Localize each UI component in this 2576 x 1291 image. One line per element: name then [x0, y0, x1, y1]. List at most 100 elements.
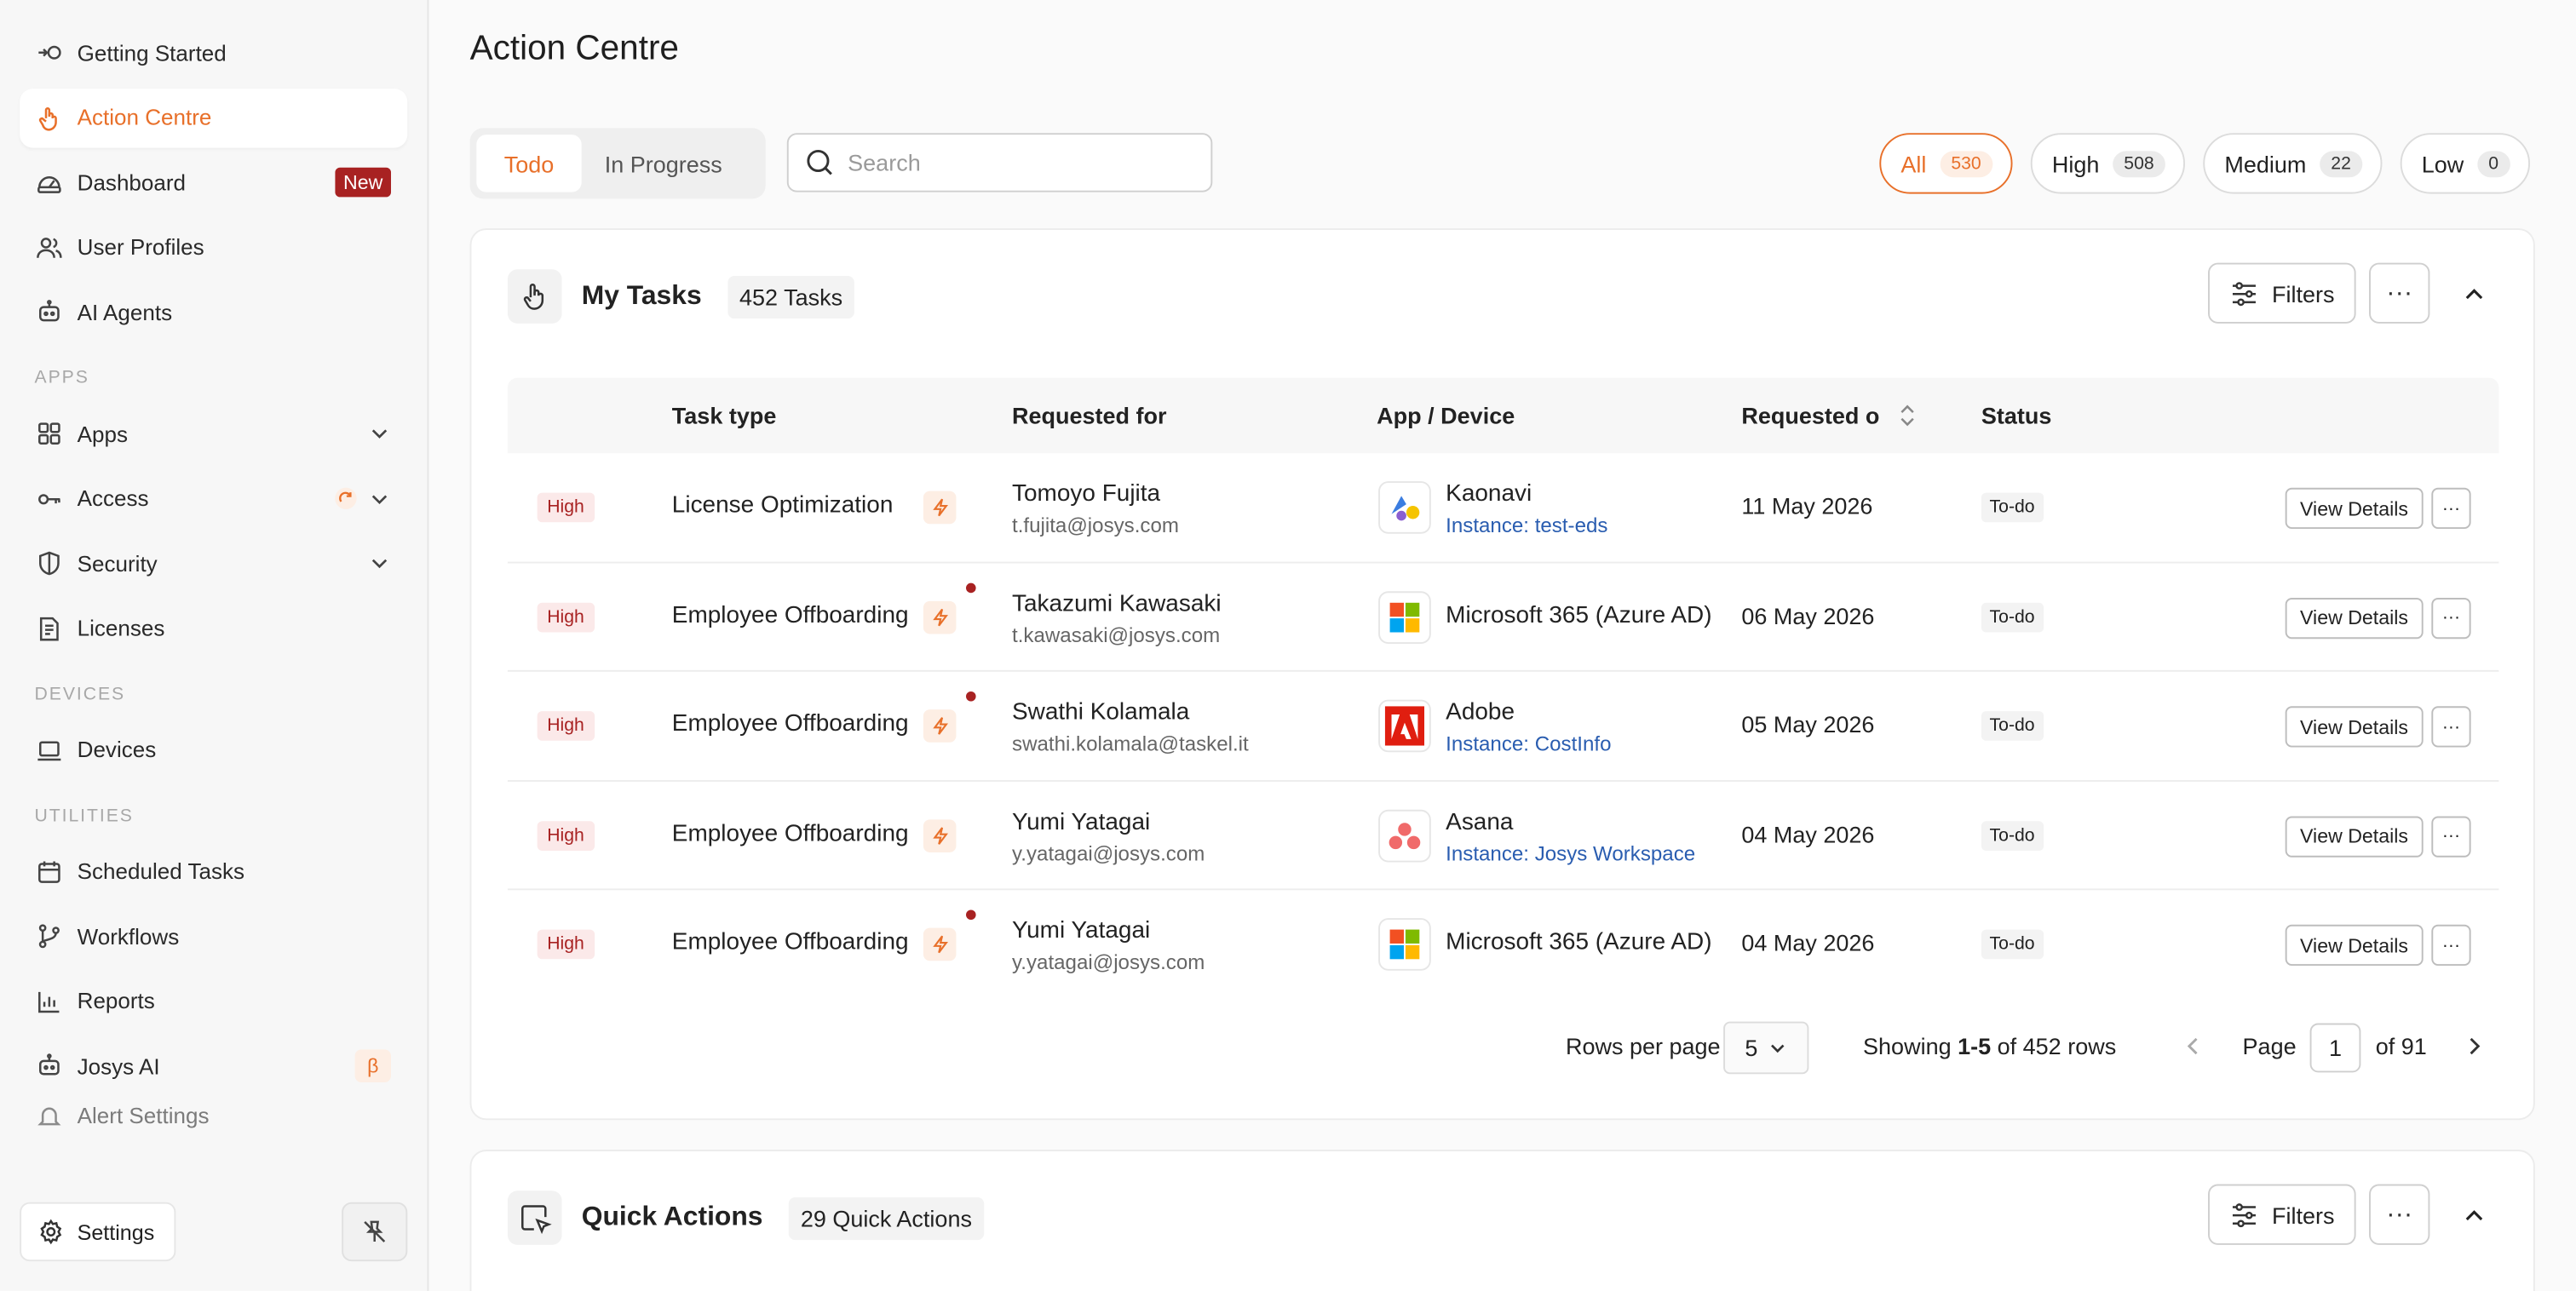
priority-filter-all[interactable]: All 530	[1879, 133, 2013, 194]
sidebar-item-access[interactable]: Access	[20, 469, 407, 528]
instance-link[interactable]: Instance: CostInfo	[1446, 732, 1611, 755]
search-box	[786, 133, 1213, 192]
sidebar-item-licenses[interactable]: Licenses	[20, 599, 407, 657]
getting-started-icon	[36, 39, 62, 66]
tasks-table: Task type Requested for App / Device Req…	[507, 377, 2499, 1000]
table-row: High Employee Offboarding Takazumi Kawas…	[507, 563, 2499, 672]
sidebar-item-reports[interactable]: Reports	[20, 972, 407, 1030]
filters-button[interactable]: Filters	[2207, 1184, 2356, 1245]
sidebar-item-workflows[interactable]: Workflows	[20, 907, 407, 966]
sort-icon[interactable]	[1896, 403, 1919, 434]
beta-badge: β	[354, 1049, 392, 1082]
column-header-app-device[interactable]: App / Device	[1377, 403, 1515, 429]
priority-count: 508	[2112, 150, 2166, 177]
shield-icon	[36, 550, 62, 577]
filters-label: Filters	[2272, 1201, 2335, 1228]
next-page-button[interactable]	[2463, 1035, 2486, 1063]
priority-filter-medium[interactable]: Medium 22	[2203, 133, 2383, 194]
priority-filter-high[interactable]: High 508	[2030, 133, 2186, 194]
sidebar-item-dashboard[interactable]: Dashboard New	[20, 152, 407, 211]
chevron-down-icon[interactable]	[368, 487, 391, 510]
task-type: License Optimization	[671, 492, 894, 519]
sidebar-item-getting-started[interactable]: Getting Started	[20, 23, 407, 82]
sidebar-item-alert-settings[interactable]: Alert Settings	[20, 1101, 407, 1131]
row-more-button[interactable]: ···	[2431, 597, 2471, 639]
page-label: Page	[2242, 1033, 2297, 1059]
sliders-icon	[2232, 281, 2256, 306]
quick-actions-count-badge: 29 Quick Actions	[789, 1196, 984, 1240]
sidebar-item-label: Josys AI	[77, 1053, 160, 1079]
requested-for-name: Tomoyo Fujita	[1012, 481, 1161, 508]
row-more-button[interactable]: ···	[2431, 815, 2471, 857]
table-header: Task type Requested for App / Device Req…	[507, 377, 2499, 454]
view-details-button[interactable]: View Details	[2285, 487, 2424, 530]
status-badge: To-do	[1981, 711, 2044, 741]
requested-for-email: t.kawasaki@josys.com	[1012, 623, 1221, 646]
page-number-input[interactable]: 1	[2309, 1023, 2361, 1073]
collapse-button[interactable]	[2443, 263, 2504, 324]
sidebar-item-label: Reports	[77, 989, 155, 1013]
section-label-utilities: UTILITIES	[34, 805, 134, 826]
unpin-sidebar-button[interactable]	[342, 1202, 408, 1262]
adobe-icon	[1378, 699, 1431, 753]
collapse-button[interactable]	[2443, 1185, 2504, 1245]
sidebar-item-josys-ai[interactable]: Josys AI β	[20, 1036, 407, 1095]
row-more-button[interactable]: ···	[2431, 706, 2471, 748]
column-header-requested-on[interactable]: Requested on	[1741, 403, 1879, 429]
sync-icon	[335, 487, 357, 509]
sliders-icon	[2232, 1202, 2256, 1227]
search-input[interactable]	[848, 149, 1176, 176]
more-options-button[interactable]: ···	[2369, 262, 2430, 324]
column-header-status[interactable]: Status	[1981, 403, 2052, 429]
chevron-up-icon	[2464, 288, 2482, 299]
ellipsis-icon: ···	[2386, 1199, 2413, 1228]
priority-badge: High	[537, 929, 595, 960]
sidebar-item-action-centre[interactable]: Action Centre	[20, 88, 408, 147]
chevron-down-icon[interactable]	[368, 422, 391, 445]
tab-in-progress[interactable]: In Progress	[582, 135, 745, 192]
status-badge: To-do	[1981, 929, 2044, 960]
hand-icon	[36, 104, 62, 130]
search-icon	[807, 149, 832, 175]
more-options-button[interactable]: ···	[2369, 1184, 2430, 1245]
main-content: Action Centre Todo In Progress All 530 H…	[430, 0, 2576, 1291]
priority-filter-low[interactable]: Low 0	[2400, 133, 2530, 194]
instance-link[interactable]: Instance: test-eds	[1446, 514, 1607, 537]
cursor-click-icon	[507, 1191, 562, 1245]
filters-button[interactable]: Filters	[2207, 262, 2356, 324]
view-details-button[interactable]: View Details	[2285, 815, 2424, 857]
view-details-button[interactable]: View Details	[2285, 924, 2424, 967]
sidebar-item-apps[interactable]: Apps	[20, 404, 407, 462]
section-label-devices: DEVICES	[34, 684, 126, 704]
sidebar-item-label: User Profiles	[77, 234, 204, 260]
column-header-task-type[interactable]: Task type	[672, 403, 777, 429]
chevron-left-icon	[2187, 1037, 2198, 1055]
sidebar-item-devices[interactable]: Devices	[20, 720, 407, 779]
bell-icon	[36, 1103, 62, 1129]
showing-suffix: of 452 rows	[1991, 1033, 2117, 1059]
sidebar-item-ai-agents[interactable]: AI Agents	[20, 283, 407, 341]
chevron-down-icon[interactable]	[368, 552, 391, 575]
row-more-button[interactable]: ···	[2431, 924, 2471, 967]
view-details-button[interactable]: View Details	[2285, 597, 2424, 639]
sidebar-item-scheduled-tasks[interactable]: Scheduled Tasks	[20, 841, 407, 900]
column-header-requested-for[interactable]: Requested for	[1012, 403, 1167, 429]
gear-icon	[40, 1219, 62, 1245]
view-details-button[interactable]: View Details	[2285, 706, 2424, 748]
instance-link[interactable]: Instance: Josys Workspace	[1446, 841, 1695, 864]
priority-badge: High	[537, 601, 595, 632]
prev-page-button[interactable]	[2182, 1035, 2205, 1063]
page-title: Action Centre	[469, 29, 679, 68]
chevron-up-icon	[2464, 1209, 2482, 1220]
row-more-button[interactable]: ···	[2431, 487, 2471, 530]
sidebar-item-label: Licenses	[77, 616, 165, 641]
settings-button[interactable]: Settings	[20, 1202, 176, 1262]
sidebar-item-label: Devices	[77, 737, 157, 762]
priority-count: 22	[2319, 150, 2363, 177]
rows-per-page-select[interactable]: 5	[1723, 1021, 1809, 1075]
sidebar-item-user-profiles[interactable]: User Profiles	[20, 218, 407, 277]
sidebar-item-security[interactable]: Security	[20, 534, 407, 593]
bolt-icon	[923, 491, 957, 525]
tab-todo[interactable]: Todo	[476, 135, 582, 192]
key-icon	[36, 485, 62, 512]
